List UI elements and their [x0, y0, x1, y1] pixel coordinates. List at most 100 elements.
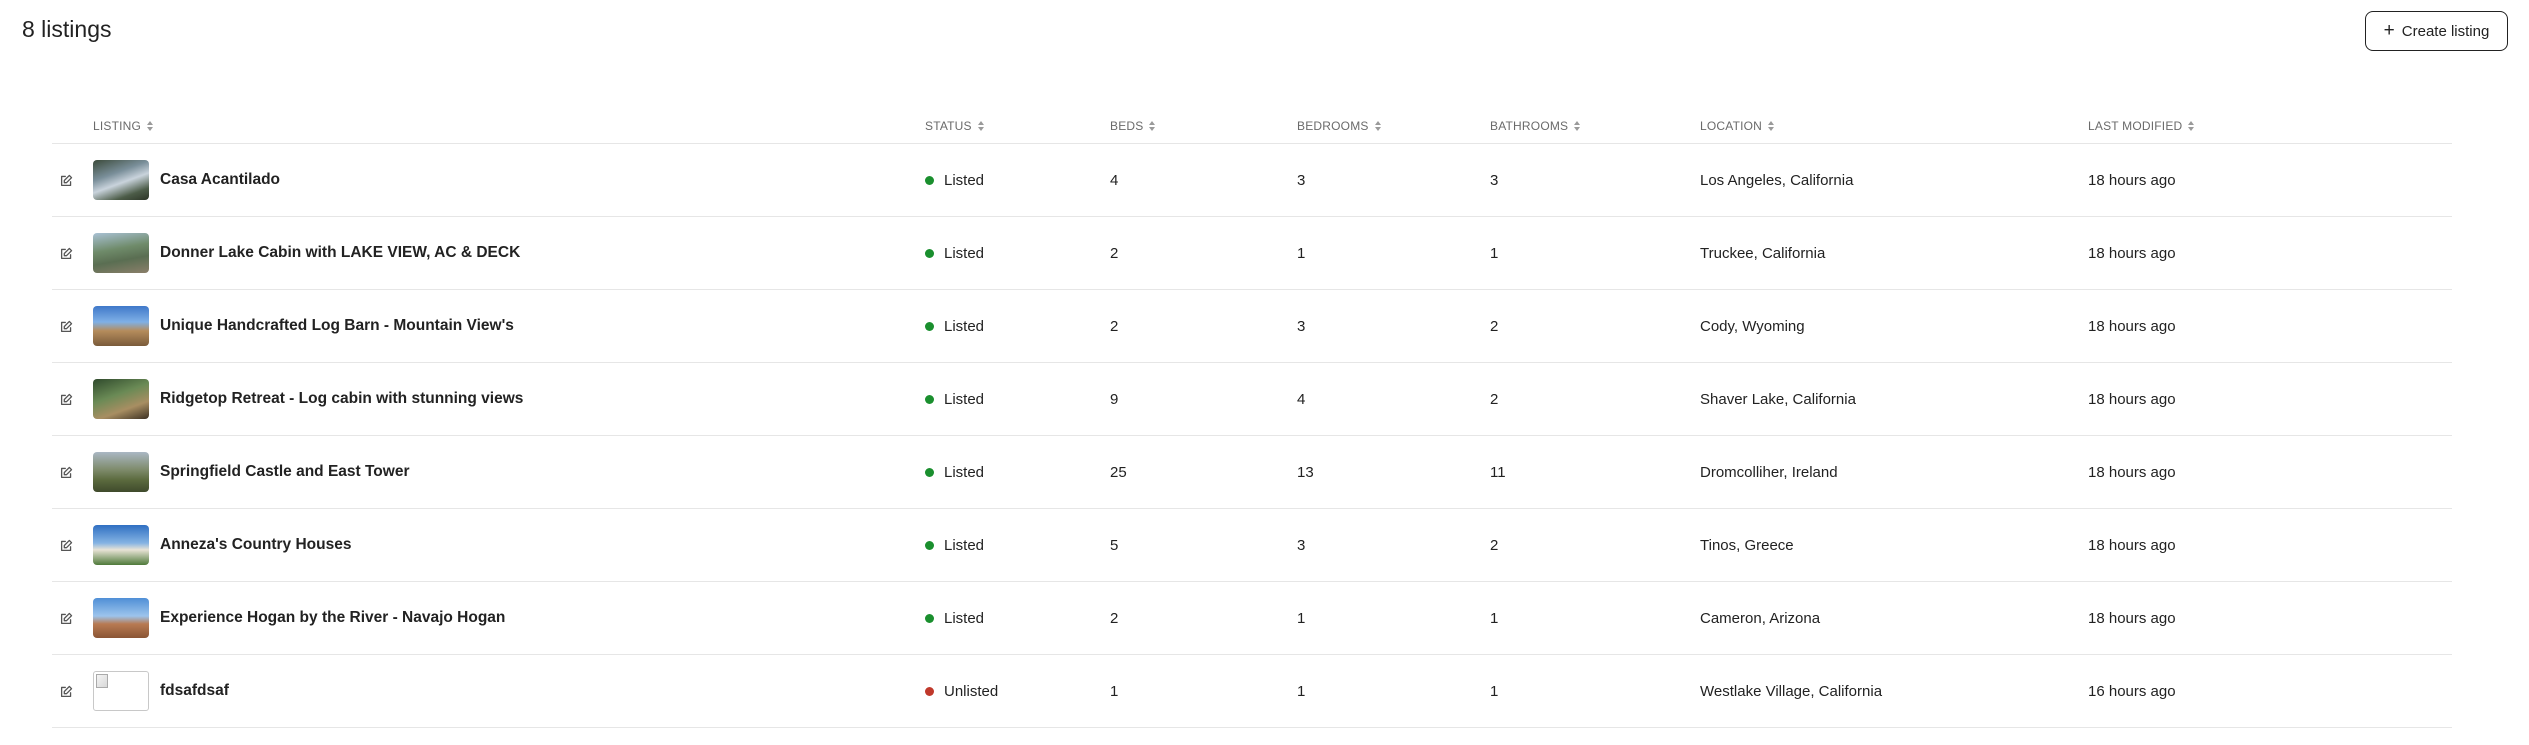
last-modified-value: 18 hours ago	[2088, 244, 2176, 262]
bedrooms-value: 3	[1297, 536, 1306, 554]
last-modified-value: 18 hours ago	[2088, 463, 2176, 481]
listing-name[interactable]: fdsafdsaf	[160, 655, 229, 727]
status-dot-icon	[925, 248, 934, 258]
location-value: Cody, Wyoming	[1700, 317, 1805, 335]
location-value: Tinos, Greece	[1700, 536, 1794, 554]
plus-icon: +	[2383, 19, 2395, 41]
listing-thumbnail	[93, 525, 149, 565]
column-label: BATHROOMS	[1490, 119, 1569, 133]
beds-value: 4	[1110, 171, 1119, 189]
location-value: Shaver Lake, California	[1700, 390, 1856, 408]
table-row[interactable]: Springfield Castle and East Tower Listed…	[52, 436, 2452, 509]
listing-thumbnail	[93, 233, 149, 273]
status-dot-icon	[925, 686, 934, 696]
sort-icon	[977, 121, 985, 131]
table-row[interactable]: Experience Hogan by the River - Navajo H…	[52, 582, 2452, 655]
column-header-beds[interactable]: BEDS	[1110, 119, 1156, 133]
column-header-last-modified[interactable]: LAST MODIFIED	[2088, 119, 2195, 133]
status-label: Listed	[944, 536, 985, 554]
listing-thumbnail	[93, 160, 149, 200]
last-modified-value: 18 hours ago	[2088, 317, 2176, 335]
listing-name[interactable]: Anneza's Country Houses	[160, 509, 351, 581]
listing-name[interactable]: Donner Lake Cabin with LAKE VIEW, AC & D…	[160, 217, 520, 289]
status-badge: Listed	[925, 436, 984, 508]
column-label: LISTING	[93, 119, 142, 133]
edit-icon[interactable]	[60, 582, 76, 654]
listings-table: LISTING STATUS BEDS BEDROOMS BATHROOMS L…	[52, 108, 2452, 728]
location-value: Truckee, California	[1700, 244, 1826, 262]
listing-thumbnail	[93, 452, 149, 492]
listing-name[interactable]: Ridgetop Retreat - Log cabin with stunni…	[160, 363, 523, 435]
bathrooms-value: 11	[1490, 463, 1506, 481]
status-dot-icon	[925, 175, 934, 185]
table-body: Casa Acantilado Listed 4 3 3 Los Angeles…	[52, 144, 2452, 728]
column-label: BEDS	[1110, 119, 1144, 133]
beds-value: 9	[1110, 390, 1119, 408]
status-dot-icon	[925, 321, 934, 331]
status-badge: Listed	[925, 217, 984, 289]
status-badge: Listed	[925, 144, 984, 216]
status-label: Listed	[944, 609, 985, 627]
bathrooms-value: 2	[1490, 317, 1499, 335]
sort-icon	[2188, 121, 2195, 131]
last-modified-value: 18 hours ago	[2088, 609, 2176, 627]
table-row[interactable]: Ridgetop Retreat - Log cabin with stunni…	[52, 363, 2452, 436]
table-row[interactable]: Anneza's Country Houses Listed 5 3 2 Tin…	[52, 509, 2452, 582]
status-label: Listed	[944, 317, 985, 335]
status-dot-icon	[925, 394, 934, 404]
listing-thumbnail	[93, 598, 149, 638]
sort-icon	[1768, 121, 1775, 131]
location-value: Dromcolliher, Ireland	[1700, 463, 1838, 481]
status-label: Unlisted	[944, 682, 999, 700]
beds-value: 25	[1110, 463, 1127, 481]
column-label: BEDROOMS	[1297, 119, 1369, 133]
status-badge: Listed	[925, 582, 984, 654]
bathrooms-value: 1	[1490, 682, 1499, 700]
last-modified-value: 16 hours ago	[2088, 682, 2176, 700]
edit-icon[interactable]	[60, 436, 76, 508]
listing-thumbnail	[93, 671, 149, 711]
status-badge: Listed	[925, 290, 984, 362]
beds-value: 2	[1110, 244, 1119, 262]
beds-value: 2	[1110, 317, 1119, 335]
bedrooms-value: 1	[1297, 244, 1306, 262]
column-header-status[interactable]: STATUS	[925, 119, 985, 133]
listing-name[interactable]: Experience Hogan by the River - Navajo H…	[160, 582, 505, 654]
column-header-location[interactable]: LOCATION	[1700, 119, 1775, 133]
table-row[interactable]: Unique Handcrafted Log Barn - Mountain V…	[52, 290, 2452, 363]
listing-name[interactable]: Springfield Castle and East Tower	[160, 436, 409, 508]
sort-icon	[1574, 121, 1581, 131]
edit-icon[interactable]	[60, 290, 76, 362]
edit-icon[interactable]	[60, 144, 76, 216]
table-row[interactable]: Donner Lake Cabin with LAKE VIEW, AC & D…	[52, 217, 2452, 290]
edit-icon[interactable]	[60, 509, 76, 581]
column-header-bathrooms[interactable]: BATHROOMS	[1490, 119, 1581, 133]
location-value: Los Angeles, California	[1700, 171, 1854, 189]
sort-icon	[1374, 121, 1382, 131]
listing-name[interactable]: Unique Handcrafted Log Barn - Mountain V…	[160, 290, 514, 362]
table-header: LISTING STATUS BEDS BEDROOMS BATHROOMS L…	[52, 108, 2452, 144]
status-label: Listed	[944, 463, 985, 481]
bathrooms-value: 2	[1490, 536, 1499, 554]
bedrooms-value: 1	[1297, 682, 1306, 700]
create-listing-button[interactable]: + Create listing	[2365, 11, 2508, 51]
table-row[interactable]: fdsafdsaf Unlisted 1 1 1 Westlake Villag…	[52, 655, 2452, 728]
bedrooms-value: 13	[1297, 463, 1314, 481]
edit-icon[interactable]	[60, 655, 76, 727]
beds-value: 5	[1110, 536, 1119, 554]
listing-name[interactable]: Casa Acantilado	[160, 144, 280, 216]
column-header-bedrooms[interactable]: BEDROOMS	[1297, 119, 1382, 133]
bedrooms-value: 3	[1297, 317, 1306, 335]
column-label: LOCATION	[1700, 119, 1763, 133]
bedrooms-value: 3	[1297, 171, 1306, 189]
location-value: Cameron, Arizona	[1700, 609, 1821, 627]
bedrooms-value: 4	[1297, 390, 1306, 408]
status-badge: Unlisted	[925, 655, 998, 727]
edit-icon[interactable]	[60, 363, 76, 435]
column-header-listing[interactable]: LISTING	[93, 119, 154, 133]
last-modified-value: 18 hours ago	[2088, 390, 2176, 408]
status-badge: Listed	[925, 363, 984, 435]
listing-thumbnail	[93, 306, 149, 346]
edit-icon[interactable]	[60, 217, 76, 289]
table-row[interactable]: Casa Acantilado Listed 4 3 3 Los Angeles…	[52, 144, 2452, 217]
